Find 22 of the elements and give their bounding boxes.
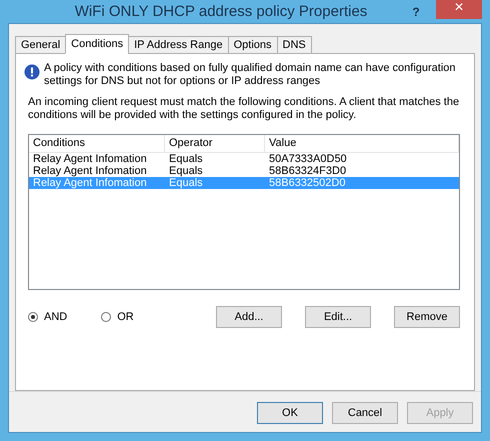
condition-row[interactable]: Relay Agent Infomation Equals 50A7333A0D50 [29,153,459,165]
tab[interactable]: Conditions [65,34,130,54]
close-button[interactable]: × [436,0,482,18]
column-header[interactable]: Operator [165,135,265,152]
info-text: A policy with conditions based on fully qualified domain name can have configuration settings for DNS but not for options or IP address ranges [44,62,457,88]
condition-row[interactable]: Relay Agent Infomation Equals 58B63324F3D0 [29,165,459,177]
tab[interactable]: General [15,36,66,54]
info-icon [24,64,40,80]
condition-button[interactable]: Remove [394,306,460,328]
description-text: An incoming client request must match the following conditions. A client that matches the conditions will be provided with the settings configured in the policy. [28,96,460,122]
column-header[interactable]: Value [265,135,459,152]
column-header[interactable]: Conditions [29,135,165,152]
help-button[interactable]: ? [404,0,428,22]
condition-button[interactable]: Edit... [305,306,371,328]
condition-button[interactable]: Add... [216,306,282,328]
dialog-button[interactable]: Cancel [332,402,398,424]
dialog-button[interactable]: OK [257,402,323,424]
tab[interactable]: DNS [276,36,312,54]
window-title: WiFi ONLY DHCP address policy Properties [74,3,368,20]
logic-radio[interactable]: OR [101,311,134,323]
logic-radio[interactable]: AND [28,311,68,323]
tab[interactable]: IP Address Range [128,36,229,54]
